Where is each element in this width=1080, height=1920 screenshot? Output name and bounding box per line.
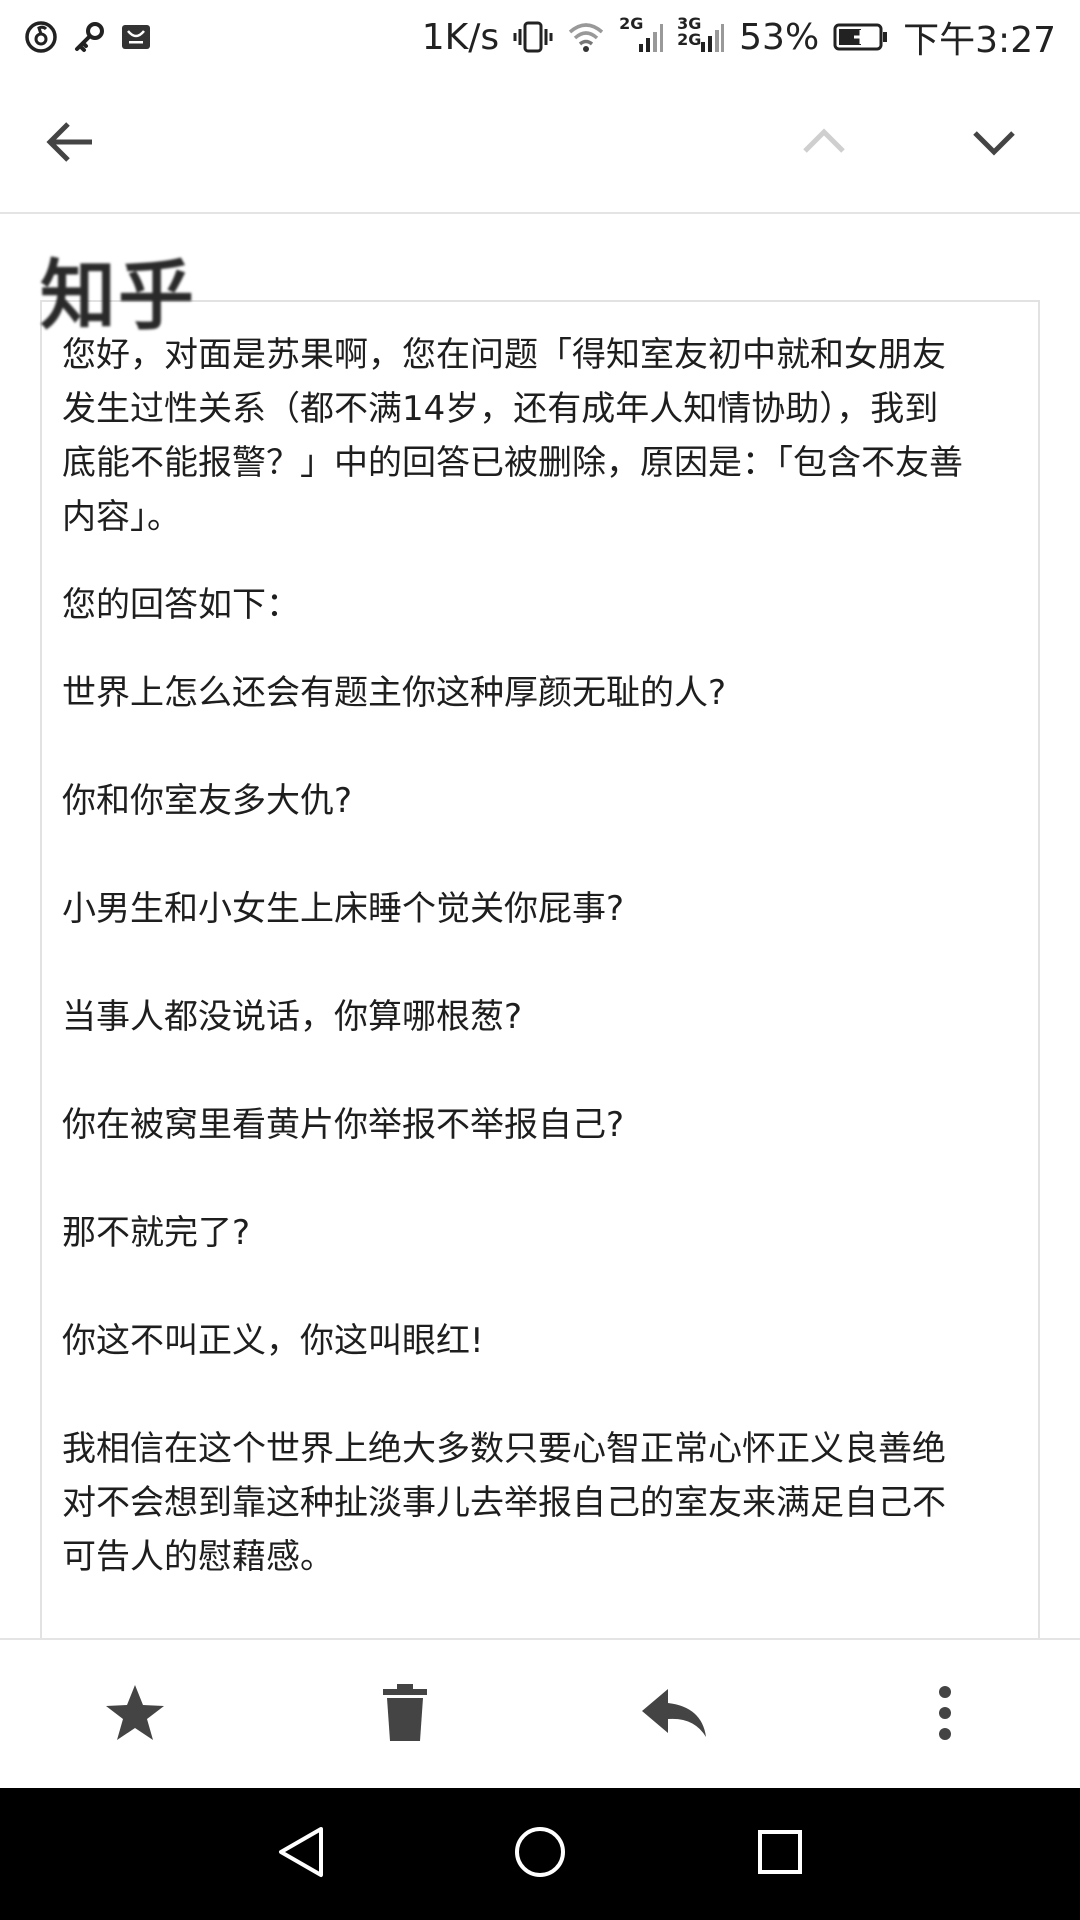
huawei-icon (120, 21, 152, 53)
signal-3g-icon: 3G 2G (677, 16, 725, 54)
nav-back-icon (275, 1825, 329, 1883)
star-button[interactable] (90, 1670, 180, 1760)
more-options-button[interactable] (900, 1670, 990, 1760)
email-paragraph-answer-heading: 您的回答如下： (62, 585, 300, 625)
action-bar (0, 74, 1080, 214)
net-speed: 1K/s (421, 16, 500, 58)
key-icon (72, 20, 106, 54)
chevron-up-icon (799, 117, 849, 171)
status-right: 1K/s 2G 3G 2G 53% 下午3:27 (422, 11, 1056, 63)
wifi-icon (567, 21, 605, 53)
signal-3g-labels: 3G 2G (677, 14, 702, 49)
chevron-down-icon (969, 117, 1019, 171)
reply-button[interactable] (630, 1670, 720, 1760)
mail-screen: 1K/s 2G 3G 2G 53% 下午3:27 知乎 您好，对面是苏果啊，您在… (0, 0, 1080, 1920)
signal-2g-icon: 2G (619, 16, 664, 54)
navigation-bar (0, 1788, 1080, 1920)
nav-recents-icon (755, 1827, 805, 1881)
battery-percent: 53% (739, 16, 820, 58)
delete-icon (380, 1683, 430, 1747)
netease-music-icon (24, 20, 58, 54)
star-icon (103, 1681, 167, 1749)
email-body: 您好，对面是苏果啊，您在问题「得知室友初中就和女朋友发生过性关系（都不满14岁，… (62, 328, 972, 1618)
delete-button[interactable] (360, 1670, 450, 1760)
email-paragraph: 我相信在这个世界上绝大多数只要心智正常心怀正义良善绝对不会想到靠这种扯淡事儿去举… (62, 1429, 946, 1577)
clock: 下午3:27 (903, 20, 1056, 61)
nav-home-icon (512, 1824, 568, 1884)
nav-recents-button[interactable] (740, 1814, 820, 1894)
bottom-toolbar (0, 1638, 1080, 1788)
email-paragraph: 当事人都没说话，你算哪根葱? (62, 997, 523, 1037)
status-left (24, 20, 152, 54)
battery-charging-icon (833, 22, 889, 52)
status-bar: 1K/s 2G 3G 2G 53% 下午3:27 (0, 0, 1080, 74)
back-button[interactable] (30, 104, 110, 184)
email-paragraph: 你和你室友多大仇? (62, 781, 353, 821)
vibrate-icon (513, 19, 553, 55)
reply-icon (640, 1685, 710, 1745)
previous-message-button[interactable] (784, 104, 864, 184)
back-arrow-icon (42, 114, 98, 174)
email-paragraph: 你这不叫正义，你这叫眼红! (62, 1321, 484, 1361)
nav-back-button[interactable] (262, 1814, 342, 1894)
next-message-button[interactable] (954, 104, 1034, 184)
email-paragraph: 世界上怎么还会有题主你这种厚颜无耻的人? (62, 673, 727, 713)
email-paragraph-intro: 您好，对面是苏果啊，您在问题「得知室友初中就和女朋友发生过性关系（都不满14岁，… (62, 335, 963, 537)
message-content[interactable]: 知乎 您好，对面是苏果啊，您在问题「得知室友初中就和女朋友发生过性关系（都不满1… (0, 216, 1080, 1638)
nav-home-button[interactable] (500, 1814, 580, 1894)
more-vert-icon (935, 1685, 955, 1745)
email-paragraph: 那不就完了? (62, 1213, 251, 1253)
email-paragraph: 你在被窝里看黄片你举报不举报自己? (62, 1105, 625, 1145)
email-paragraph: 小男生和小女生上床睡个觉关你屁事? (62, 889, 625, 929)
